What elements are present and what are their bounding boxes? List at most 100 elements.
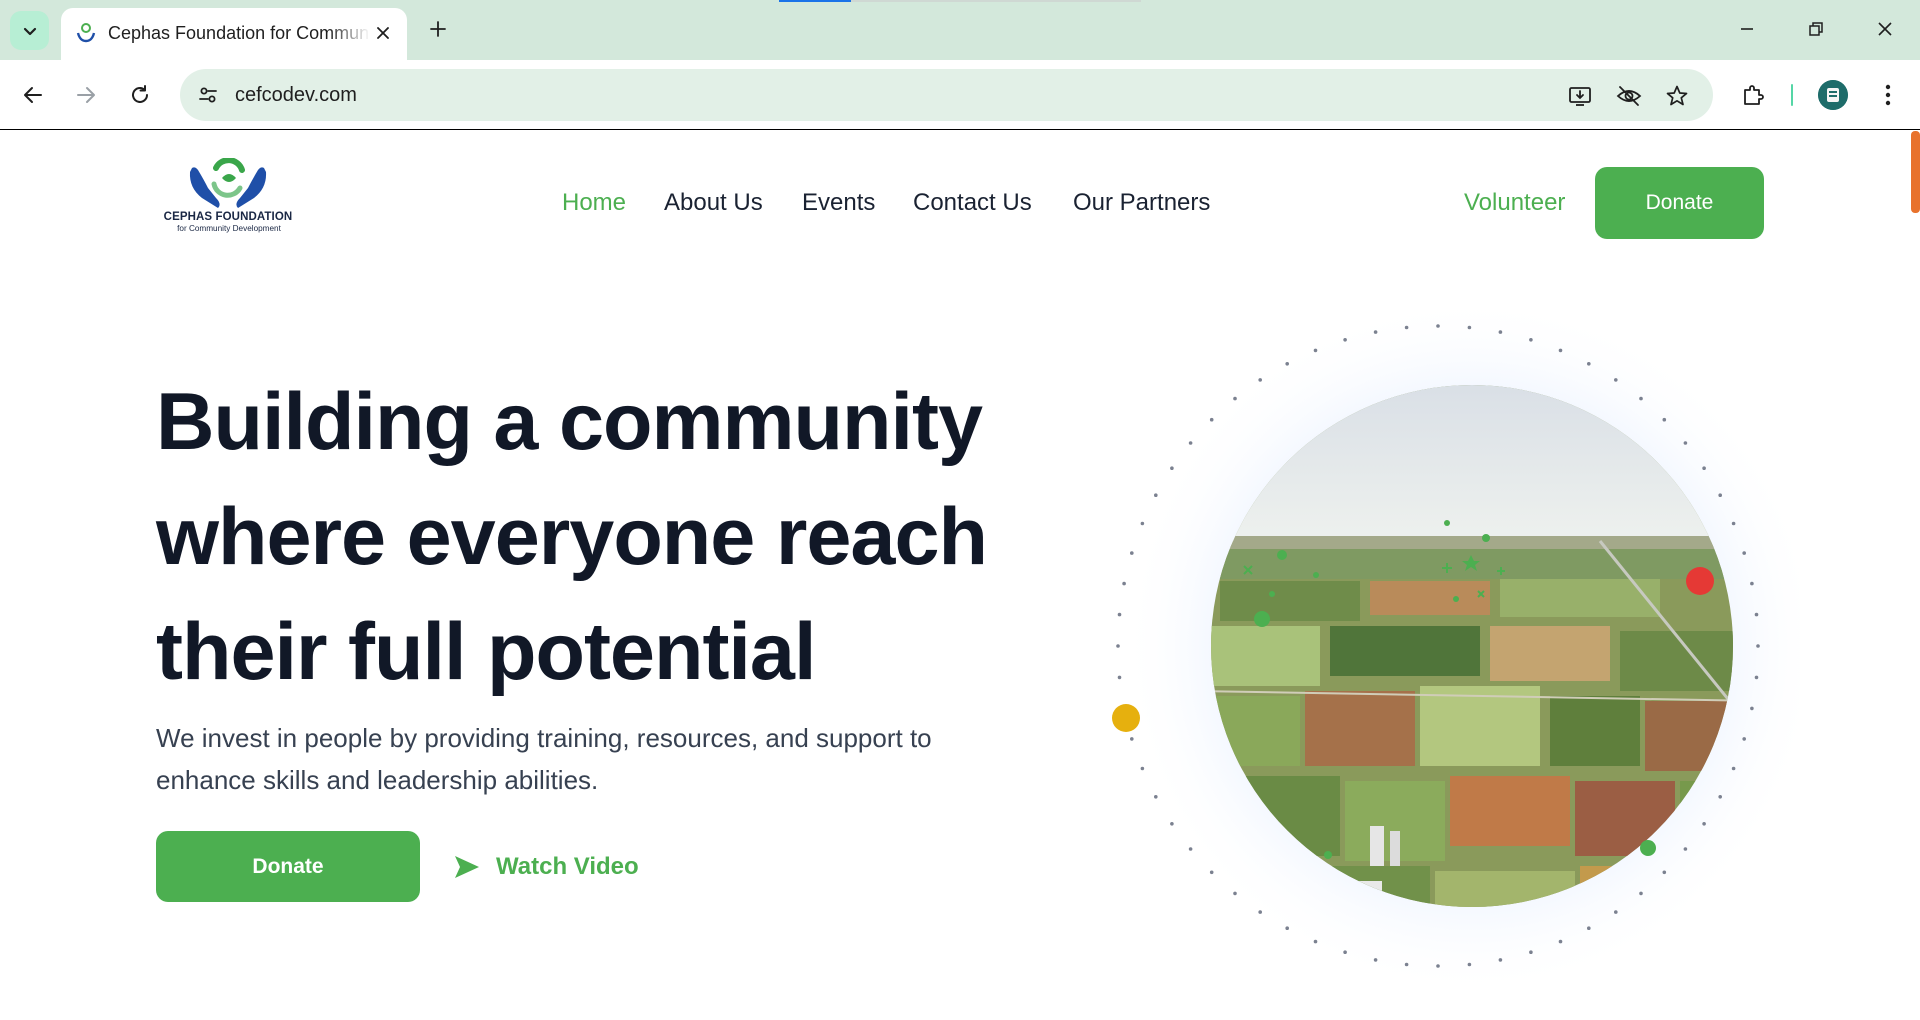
tab-title: Cephas Foundation for Community Developm…: [108, 23, 370, 43]
decorative-ring-dot: [1639, 396, 1643, 401]
decorative-ring-dot: [1718, 795, 1722, 799]
bookmark-button[interactable]: [1662, 81, 1692, 111]
browser-tab-active[interactable]: Cephas Foundation for Community Developm…: [61, 8, 407, 60]
decorative-ring-dot: [1662, 870, 1667, 875]
decorative-ring-dot: [1756, 644, 1760, 648]
decorative-ring-dot: [1702, 466, 1706, 470]
decorative-ring-dot: [1614, 378, 1618, 382]
back-arrow-icon: [24, 87, 42, 103]
decorative-ring-dot: [1130, 737, 1134, 741]
decorative-ring-dot: [1558, 939, 1563, 944]
decorative-ring-dot: [1718, 493, 1722, 497]
browser-toolbar: cefcodev.com: [0, 60, 1920, 130]
install-app-button[interactable]: [1565, 81, 1595, 111]
forward-button[interactable]: [68, 77, 104, 113]
extensions-button[interactable]: [1735, 77, 1771, 113]
minimize-button[interactable]: [1722, 8, 1772, 50]
reload-button[interactable]: [122, 77, 158, 113]
decorative-ring-dot: [1233, 891, 1237, 896]
loading-indicator-track: [851, 0, 1141, 2]
nav-contact-us[interactable]: Contact Us: [913, 188, 1032, 218]
watch-video-button[interactable]: Watch Video: [453, 849, 639, 885]
browser-tabstrip: Cephas Foundation for Community Developm…: [0, 0, 1920, 60]
decorative-ring-dot: [1258, 378, 1262, 382]
page-scrollbar-thumb[interactable]: [1911, 131, 1920, 213]
site-favicon-icon: [76, 23, 96, 43]
browser-menu-button[interactable]: [1870, 77, 1906, 113]
decorative-ring-dot: [1467, 325, 1472, 330]
nav-about-us[interactable]: About Us: [664, 188, 763, 218]
decorative-ring-dot: [1343, 950, 1347, 954]
nav-events[interactable]: Events: [802, 188, 875, 218]
hero-title-line: their full potential: [156, 607, 816, 697]
site-logo[interactable]: CEPHAS FOUNDATION for Community Developm…: [162, 158, 294, 238]
loading-indicator: [779, 0, 851, 2]
decorative-ring-dot: [1233, 396, 1237, 401]
hero-donate-button[interactable]: Donate: [156, 831, 420, 902]
plus-icon: [430, 21, 446, 37]
decorative-ring-dot: [1742, 737, 1746, 741]
forward-arrow-icon: [77, 87, 95, 103]
logo-tagline: for Community Development: [177, 224, 281, 233]
decorative-ring-dot: [1587, 362, 1591, 366]
decorative-ring-dot: [1754, 612, 1759, 617]
toolbar-divider: [1791, 84, 1793, 106]
decorative-ring-dot: [1404, 325, 1409, 330]
url-text[interactable]: cefcodev.com: [235, 83, 357, 107]
decorative-ring-dot: [1662, 417, 1667, 422]
decorative-ring-dot: [1742, 551, 1746, 555]
decorative-ring-dot: [1140, 766, 1145, 771]
play-icon: [453, 854, 481, 880]
address-bar[interactable]: cefcodev.com: [180, 69, 1713, 121]
nav-our-partners[interactable]: Our Partners: [1073, 188, 1210, 218]
close-window-button[interactable]: [1860, 8, 1910, 50]
close-icon: [377, 27, 389, 39]
tracking-protection-button[interactable]: [1614, 81, 1644, 111]
decorative-ring-dot: [1122, 581, 1126, 586]
decorative-ring-dot: [1639, 891, 1643, 896]
decorative-ring-dot: [1614, 910, 1618, 914]
back-button[interactable]: [15, 77, 51, 113]
header-donate-button[interactable]: Donate: [1595, 167, 1764, 239]
hero-title-line: where everyone reach: [156, 492, 988, 582]
hero-description-line: enhance skills and leadership abilities.: [156, 765, 599, 795]
decorative-ring-dot: [1313, 939, 1318, 944]
restore-button[interactable]: [1791, 8, 1841, 50]
nav-home[interactable]: Home: [562, 188, 626, 218]
decorative-ring-dot: [1436, 324, 1440, 328]
install-app-icon: [1569, 87, 1591, 106]
watch-video-label: Watch Video: [496, 853, 639, 880]
web-page: CEPHAS FOUNDATION for Community Developm…: [0, 131, 1920, 1020]
decorative-ring-dot: [1313, 348, 1318, 353]
hero-title-line: Building a community: [156, 377, 983, 467]
hero-description: We invest in people by providing trainin…: [156, 717, 996, 801]
tab-search-button[interactable]: [10, 11, 49, 50]
decorative-ring-dot: [1140, 521, 1145, 526]
decorative-ring-dot: [1170, 466, 1174, 470]
decorative-ring-dot: [1404, 962, 1409, 967]
decorative-ring-dot: [1373, 330, 1378, 334]
decorative-ring-dot: [1117, 612, 1122, 617]
decorative-ring-dot: [1170, 822, 1174, 826]
close-icon: [1878, 22, 1892, 36]
profile-avatar[interactable]: [1818, 80, 1848, 110]
hero-image: [1112, 296, 1800, 996]
decorative-ring-dot: [1343, 338, 1347, 342]
hands-logo-icon: [189, 158, 267, 208]
volunteer-link[interactable]: Volunteer: [1464, 188, 1565, 218]
star-icon: [1666, 85, 1688, 106]
restore-icon: [1809, 22, 1823, 36]
decorative-ring-dot: [1285, 926, 1289, 930]
decorative-ring-dot: [1558, 348, 1563, 353]
site-info-button[interactable]: [192, 79, 224, 111]
decorative-ring-dot: [1154, 795, 1158, 799]
minimize-icon: [1741, 28, 1753, 30]
tune-icon: [199, 87, 217, 103]
tab-close-button[interactable]: [370, 20, 396, 46]
decorative-ring-dot: [1258, 910, 1262, 914]
decorative-ring-dot: [1750, 706, 1754, 711]
hero-description-line: We invest in people by providing trainin…: [156, 723, 932, 753]
decorative-ring-dot: [1529, 338, 1533, 342]
decorative-ring-dot: [1209, 417, 1214, 422]
new-tab-button[interactable]: [421, 12, 455, 46]
